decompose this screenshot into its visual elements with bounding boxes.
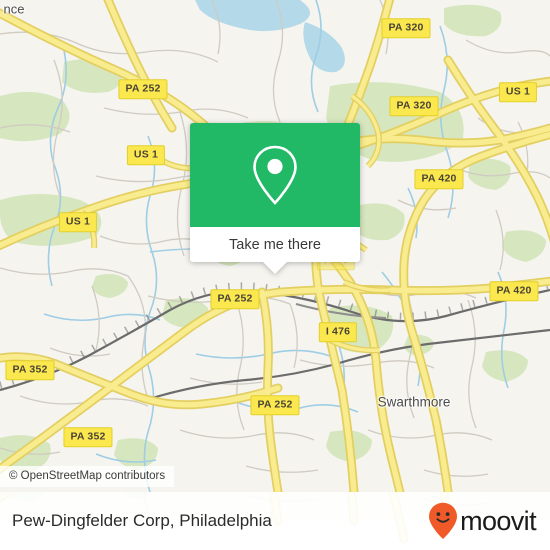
map-pin-icon [253, 145, 297, 205]
road-shield: PA 420 [414, 169, 464, 189]
road-shield: PA 252 [118, 79, 168, 99]
footer-bar: Pew-Dingfelder Corp, Philadelphia moovit [0, 492, 550, 550]
moovit-brand[interactable]: moovit [428, 502, 537, 540]
location-callout-card[interactable]: Take me there [190, 123, 360, 274]
take-me-there-label: Take me there [229, 236, 321, 253]
road-shield: US 1 [126, 145, 166, 165]
map-canvas[interactable]: PA 320 PA 252 PA 320 US 1 US 1 PA 420 US… [0, 0, 550, 492]
callout-action-bar[interactable]: Take me there [190, 227, 360, 274]
map-attribution: © OpenStreetMap contributors [0, 466, 175, 487]
place-label: Swarthmore [377, 394, 451, 410]
moovit-smiley-pin-icon [429, 502, 458, 539]
road-shield: PA 320 [381, 18, 431, 38]
callout-image-panel [190, 123, 360, 227]
road-shield: PA 252 [250, 395, 300, 415]
road-shield: I 476 [318, 322, 358, 342]
location-title: Pew-Dingfelder Corp, Philadelphia [12, 511, 272, 530]
road-shield: PA 420 [489, 281, 539, 301]
road-shield: US 1 [58, 212, 98, 232]
road-shield: PA 352 [5, 360, 55, 380]
page-root: PA 320 PA 252 PA 320 US 1 US 1 PA 420 US… [0, 0, 550, 550]
road-shield: PA 252 [210, 289, 260, 309]
place-label: nce [3, 1, 25, 17]
road-shield: PA 320 [389, 96, 439, 116]
moovit-wordmark: moovit [460, 505, 537, 536]
road-shield: PA 352 [63, 427, 113, 447]
callout-pointer-tail [263, 262, 287, 274]
road-shield: US 1 [498, 82, 538, 102]
